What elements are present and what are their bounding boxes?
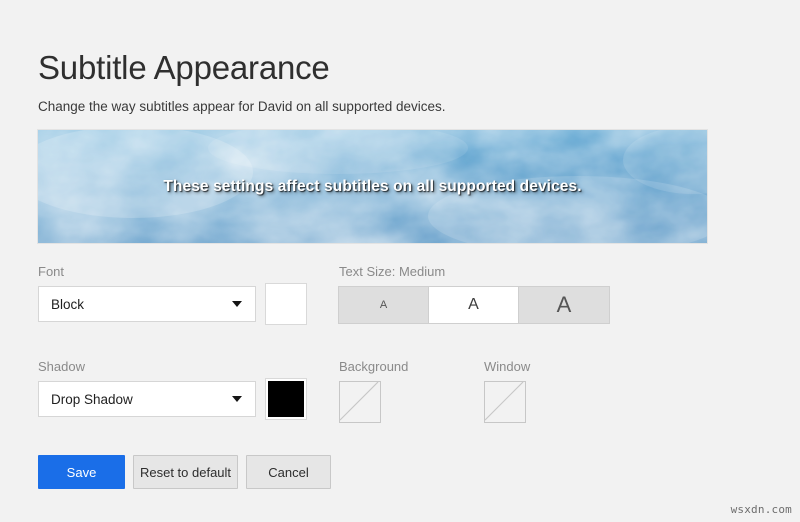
- shadow-label: Shadow: [38, 359, 85, 374]
- font-select[interactable]: Block: [38, 286, 256, 322]
- shadow-select-value: Drop Shadow: [51, 391, 133, 407]
- preview-subtitle-text: These settings affect subtitles on all s…: [163, 177, 582, 195]
- subtitle-preview-banner: These settings affect subtitles on all s…: [38, 130, 707, 243]
- text-size-option-large[interactable]: A: [519, 287, 609, 323]
- page-title: Subtitle Appearance: [38, 49, 330, 87]
- text-size-option-small[interactable]: A: [339, 287, 429, 323]
- no-color-diagonal-icon: [340, 382, 379, 421]
- text-size-segmented-control: A A A: [338, 286, 610, 324]
- shadow-color-swatch[interactable]: [266, 379, 306, 419]
- page-description: Change the way subtitles appear for Davi…: [38, 99, 446, 114]
- cancel-button[interactable]: Cancel: [246, 455, 331, 489]
- background-label: Background: [339, 359, 409, 374]
- font-color-swatch[interactable]: [266, 284, 306, 324]
- font-select-value: Block: [51, 296, 85, 312]
- window-label: Window: [484, 359, 531, 374]
- subtitle-appearance-page: Subtitle Appearance Change the way subti…: [0, 0, 800, 522]
- watermark: wsxdn.com: [730, 503, 792, 516]
- reset-to-default-button[interactable]: Reset to default: [133, 455, 238, 489]
- no-color-diagonal-icon: [485, 382, 524, 421]
- chevron-down-icon: [232, 396, 242, 402]
- font-label: Font: [38, 264, 65, 279]
- shadow-select[interactable]: Drop Shadow: [38, 381, 256, 417]
- text-size-option-medium[interactable]: A: [429, 287, 519, 323]
- save-button[interactable]: Save: [38, 455, 125, 489]
- text-size-label: Text Size: Medium: [339, 264, 446, 279]
- chevron-down-icon: [232, 301, 242, 307]
- background-color-swatch[interactable]: [339, 381, 381, 423]
- window-color-swatch[interactable]: [484, 381, 526, 423]
